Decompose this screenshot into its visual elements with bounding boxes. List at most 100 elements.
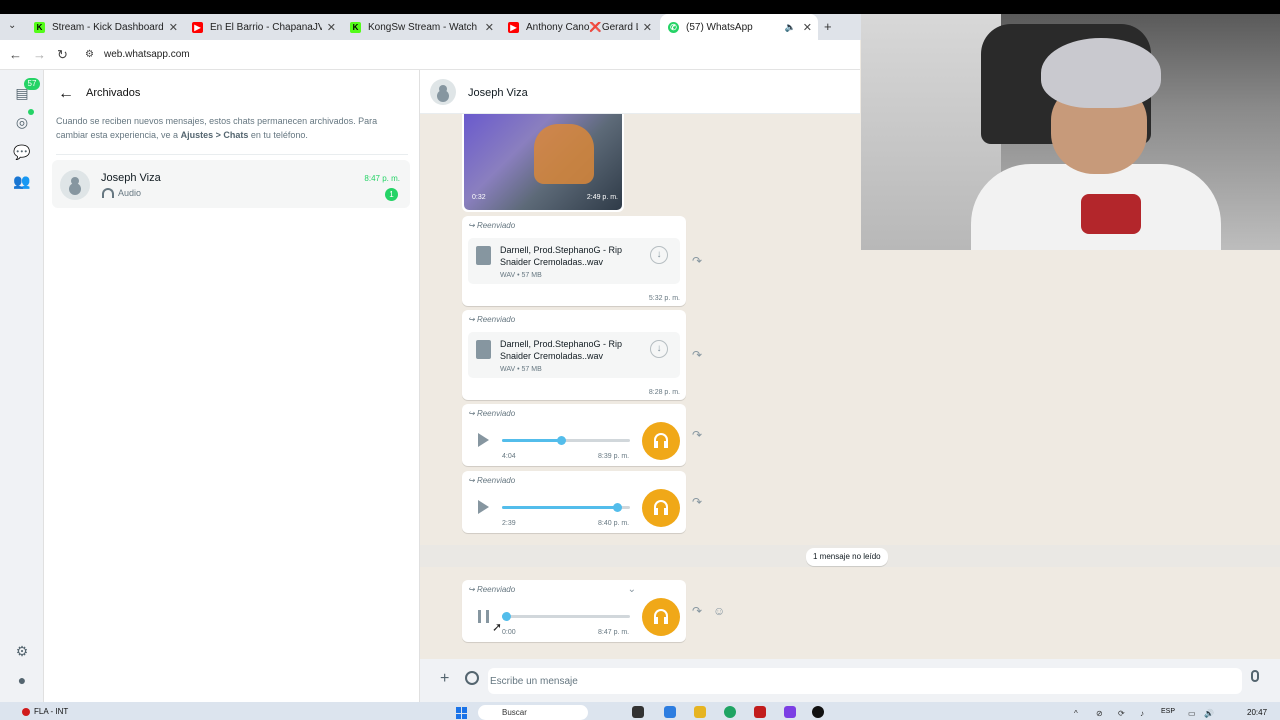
unread-badge: 1 <box>385 188 398 201</box>
contact-name[interactable]: Joseph Viza <box>468 87 528 99</box>
forward-icon[interactable]: ↷ <box>692 254 702 268</box>
profile-icon[interactable]: ● <box>13 671 31 689</box>
close-tab-icon[interactable]: ✕ <box>643 21 652 34</box>
forward-icon[interactable]: ↷ <box>692 348 702 362</box>
message-list: 0:32 2:49 p. m. ↪ Reenviado Darnell, Pro… <box>420 114 1280 659</box>
app-icon[interactable] <box>754 706 766 718</box>
browser-tab[interactable]: ▶ En El Barrio - ChapanaJV 💧 26 ✕ <box>184 14 342 40</box>
audio-progress-track[interactable] <box>502 436 630 445</box>
url-text[interactable]: web.whatsapp.com <box>104 49 190 60</box>
audio-message[interactable]: ↪ Reenviado 4:04 8:39 p. m. <box>462 404 686 466</box>
audio-progress-track[interactable] <box>502 503 630 512</box>
play-icon[interactable] <box>478 500 489 514</box>
audio-progress-track[interactable] <box>501 612 630 621</box>
audio-scrubber-handle[interactable] <box>556 436 566 445</box>
close-tab-icon[interactable]: ✕ <box>327 21 336 34</box>
network-icon[interactable]: ▭ <box>1188 709 1196 718</box>
sticker-icon[interactable] <box>465 671 479 685</box>
browser-tab[interactable]: ▶ Anthony Cano❌Gerard Lp❌ ✕ <box>500 14 658 40</box>
microphone-icon[interactable] <box>1251 670 1259 682</box>
file-explorer-icon[interactable] <box>694 706 706 718</box>
download-icon[interactable]: ↓ <box>650 340 668 358</box>
message-input[interactable] <box>488 668 1242 694</box>
forward-icon[interactable]: ↷ <box>692 428 702 442</box>
channels-icon[interactable]: 💬 <box>13 143 31 161</box>
audio-scrubber-handle[interactable] <box>613 503 623 512</box>
forward-icon[interactable]: → <box>33 47 46 62</box>
forward-icon[interactable]: ↷ <box>692 604 702 618</box>
video-message[interactable]: 0:32 2:49 p. m. <box>462 114 624 212</box>
forwarded-label: ↪ Reenviado <box>468 409 516 418</box>
task-view-icon[interactable] <box>632 706 644 718</box>
conversation-header[interactable]: Joseph Viza <box>420 70 860 114</box>
audio-scrubber-handle[interactable] <box>501 612 511 621</box>
file-name: Darnell, Prod.StephanoG - Rip Snaider Cr… <box>500 245 623 267</box>
windows-start-icon[interactable] <box>456 707 468 719</box>
communities-icon[interactable]: 👥 <box>13 172 31 190</box>
tray-app-icon[interactable]: ⊘ <box>1096 709 1103 718</box>
archived-info-text: Cuando se reciben nuevos mensajes, estos… <box>56 116 378 140</box>
settings-icon[interactable]: ⚙ <box>13 642 31 660</box>
file-message[interactable]: ↪ Reenviado Darnell, Prod.StephanoG - Ri… <box>462 216 686 306</box>
back-arrow-icon[interactable]: ← <box>58 85 74 103</box>
headphones-avatar-icon <box>642 489 680 527</box>
message-time: 8:40 p. m. <box>598 520 630 527</box>
message-composer: + <box>420 659 1280 702</box>
nav-rail: ▤ 57 ◎ 💬 👥 ⚙ ● <box>0 70 44 702</box>
audio-message[interactable]: ↪ Reenviado ⌄ 0:00 8:47 p. m. ➚ <box>462 580 686 642</box>
pause-icon[interactable] <box>478 610 489 623</box>
browser-tab[interactable]: K Stream - Kick Dashboard ✕ <box>26 14 184 40</box>
attach-plus-icon[interactable]: + <box>440 670 449 688</box>
close-tab-icon[interactable]: ✕ <box>169 21 178 34</box>
chat-list-item[interactable]: Joseph Viza Audio 8:47 p. m. 1 <box>52 160 410 208</box>
audio-duration: 2:39 <box>502 520 516 527</box>
play-icon[interactable] <box>478 433 489 447</box>
chrome-icon[interactable] <box>724 706 736 718</box>
back-icon[interactable]: ← <box>9 47 22 62</box>
taskbar-widget[interactable]: FLA - INT <box>22 707 68 716</box>
notification-dot <box>22 707 30 716</box>
chat-preview: Audio <box>102 188 141 198</box>
audio-message[interactable]: ↪ Reenviado 2:39 8:40 p. m. <box>462 471 686 533</box>
forwarded-label: ↪ Reenviado <box>468 585 516 594</box>
tab-list-chevron-icon[interactable]: ⌄ <box>8 20 16 31</box>
discord-icon[interactable] <box>784 706 796 718</box>
thumbnail-person <box>534 124 594 184</box>
app-icon[interactable] <box>664 706 676 718</box>
volume-icon[interactable]: 🔊 <box>1204 709 1214 718</box>
new-tab-icon[interactable]: + <box>824 19 832 34</box>
close-tab-icon[interactable]: ✕ <box>803 21 812 34</box>
message-menu-chevron-icon[interactable]: ⌄ <box>628 584 636 595</box>
audio-duration: 4:04 <box>502 453 516 460</box>
download-icon[interactable]: ↓ <box>650 246 668 264</box>
status-dot <box>28 109 34 115</box>
message-time: 8:39 p. m. <box>598 453 630 460</box>
tray-mic-icon[interactable]: ♪ <box>1140 709 1144 718</box>
file-attachment[interactable]: Darnell, Prod.StephanoG - Rip Snaider Cr… <box>468 332 680 378</box>
close-tab-icon[interactable]: ✕ <box>485 21 494 34</box>
archived-panel: ← Archivados Cuando se reciben nuevos me… <box>44 70 420 702</box>
keyboard-language[interactable]: ESP <box>1161 708 1175 715</box>
audio-progress-fill <box>502 439 561 442</box>
kick-favicon-icon: K <box>34 21 45 33</box>
obs-icon[interactable] <box>812 706 824 718</box>
tray-app-icon[interactable]: ⟳ <box>1118 709 1125 718</box>
status-icon[interactable]: ◎ <box>13 113 31 131</box>
browser-tab-active[interactable]: ✆ (57) WhatsApp 🔈 ✕ <box>660 14 818 40</box>
speaker-icon[interactable]: 🔈 <box>785 22 796 33</box>
browser-tab[interactable]: K KongSw Stream - Watch Live o ✕ <box>342 14 500 40</box>
reaction-emoji-icon[interactable]: ☺ <box>713 604 725 618</box>
clock[interactable]: 20:47 <box>1247 708 1267 717</box>
kick-favicon-icon: K <box>350 21 361 33</box>
reload-icon[interactable]: ↻ <box>57 47 68 63</box>
file-attachment[interactable]: Darnell, Prod.StephanoG - Rip Snaider Cr… <box>468 238 680 284</box>
windows-taskbar: FLA - INT Buscar ^ ⊘ ⟳ ♪ ESP ▭ 🔊 20:47 <box>0 702 1280 720</box>
site-info-icon[interactable]: ⚙ <box>85 49 94 60</box>
file-message[interactable]: ↪ Reenviado Darnell, Prod.StephanoG - Ri… <box>462 310 686 400</box>
message-time: 8:28 p. m. <box>648 389 680 396</box>
forwarded-label: ↪ Reenviado <box>468 476 516 485</box>
avatar[interactable] <box>430 79 456 105</box>
taskbar-search[interactable]: Buscar <box>478 705 588 720</box>
tray-chevron-icon[interactable]: ^ <box>1074 709 1078 718</box>
forward-icon[interactable]: ↷ <box>692 495 702 509</box>
